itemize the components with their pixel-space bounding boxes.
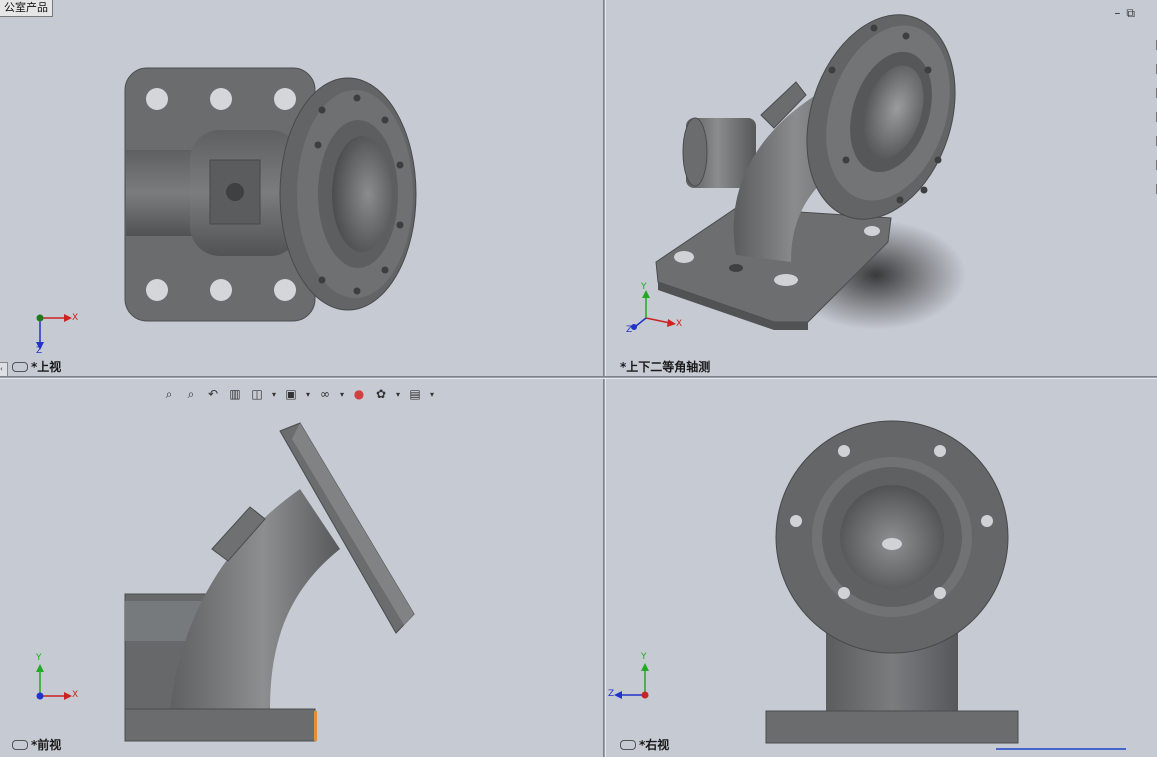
viewport-front[interactable]: ⌕ ⌕ ↶ ▥ ◫ ▾ ▣ ▾ ∞ ▾ ● ✿ ▾ ▤ ▾ X Y *前视	[0, 379, 603, 757]
model-isometric-view	[631, 14, 966, 330]
restore-icon[interactable]: ⧉	[1126, 6, 1141, 20]
axis-z-label: Z	[608, 689, 615, 699]
horizontal-scrollbar-thumb[interactable]	[996, 748, 1126, 750]
previous-view-icon[interactable]: ↶	[204, 385, 222, 403]
minimize-icon[interactable]: –	[1114, 6, 1126, 20]
chevron-down-icon[interactable]: ▾	[394, 390, 402, 399]
chevron-down-icon[interactable]: ▾	[304, 390, 312, 399]
display-style-icon[interactable]: ▣	[282, 385, 300, 403]
viewport-top-label[interactable]: *上视	[12, 358, 61, 375]
viewport-right[interactable]: Z Y *右视	[606, 379, 1157, 757]
viewport-isometric[interactable]: X Y Z *上下二等角轴测 –⧉	[606, 0, 1157, 376]
axis-x-label: X	[676, 319, 683, 329]
link-views-icon[interactable]	[12, 361, 28, 372]
model-right-view	[614, 420, 1019, 744]
axis-z-label: Z	[36, 346, 43, 356]
link-views-icon[interactable]	[12, 739, 28, 750]
partial-document-tab[interactable]: 公室产品	[0, 0, 53, 17]
viewport-front-label[interactable]: *前视	[12, 736, 61, 753]
chevron-down-icon[interactable]: ▾	[428, 390, 436, 399]
horizontal-splitter[interactable]	[0, 376, 1157, 379]
axis-y-label: Y	[36, 653, 42, 663]
edit-appearance-icon[interactable]: ●	[350, 385, 368, 403]
view-settings-icon[interactable]: ▤	[406, 385, 424, 403]
apply-scene-icon[interactable]: ✿	[372, 385, 390, 403]
axis-y-label: Y	[641, 652, 647, 662]
view-orientation-icon[interactable]: ◫	[248, 385, 266, 403]
axis-y-label: Y	[641, 282, 647, 292]
viewport-edge-ticks	[1151, 40, 1157, 340]
heads-up-view-toolbar: ⌕ ⌕ ↶ ▥ ◫ ▾ ▣ ▾ ∞ ▾ ● ✿ ▾ ▤ ▾	[160, 383, 436, 405]
axis-x-label: X	[72, 313, 79, 323]
axis-x-label: X	[72, 690, 79, 700]
window-controls: –⧉	[1114, 6, 1141, 21]
model-top-view	[36, 67, 417, 350]
viewport-right-label[interactable]: *右视	[620, 736, 669, 753]
section-view-icon[interactable]: ▥	[226, 385, 244, 403]
chevron-down-icon[interactable]: ▾	[270, 390, 278, 399]
viewport-top[interactable]: 公室产品 X Z *上视 ‹‹	[0, 0, 603, 376]
collapse-panel-handle[interactable]: ‹‹	[0, 362, 8, 376]
viewport-isometric-label[interactable]: *上下二等角轴测	[620, 358, 710, 375]
zoom-to-fit-icon[interactable]: ⌕	[160, 385, 178, 403]
model-front-view	[36, 422, 415, 742]
chevron-down-icon[interactable]: ▾	[338, 390, 346, 399]
hide-show-items-icon[interactable]: ∞	[316, 385, 334, 403]
zoom-to-area-icon[interactable]: ⌕	[182, 385, 200, 403]
link-views-icon[interactable]	[620, 739, 636, 750]
axis-z-label: Z	[626, 325, 633, 335]
